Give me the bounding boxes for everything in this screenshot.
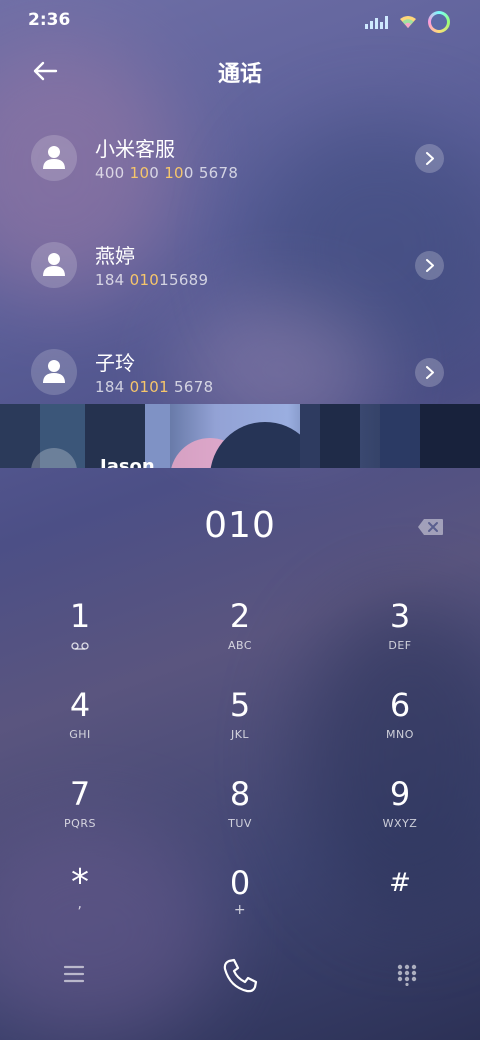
page-title: 通话 (217, 62, 262, 87)
key-letters: , (77, 896, 83, 912)
backspace-icon[interactable] (417, 518, 444, 536)
contact-name: Jason (100, 456, 155, 468)
key-5[interactable]: 5 JKL (180, 686, 300, 766)
avatar (31, 242, 77, 288)
key-0[interactable]: 0 + (180, 864, 300, 944)
key-letters: ABC (227, 639, 253, 652)
avatar (31, 349, 77, 395)
key-2[interactable]: 2 ABC (180, 597, 300, 677)
key-letters: WXYZ (382, 817, 418, 830)
key-letters: GHI (69, 728, 91, 741)
status-time: 2:36 (28, 10, 71, 30)
contact-number: 400 100 100 5678 (95, 164, 239, 182)
dialpad-icon[interactable] (396, 964, 418, 986)
contact-detail-button[interactable] (415, 358, 444, 387)
key-star[interactable]: * , (20, 864, 140, 944)
contact-number: 184 01015689 (95, 271, 209, 289)
key-digit: # (389, 868, 411, 898)
chevron-right-icon (426, 259, 434, 272)
person-icon (43, 146, 65, 169)
key-9[interactable]: 9 WXYZ (340, 775, 460, 855)
person-icon (43, 360, 65, 383)
menu-icon[interactable] (63, 964, 85, 984)
contact-detail-button[interactable] (415, 251, 444, 280)
phone-icon[interactable] (220, 956, 260, 996)
key-letters: + (233, 902, 247, 918)
contact-detail-button[interactable] (415, 144, 444, 173)
key-letters: DEF (388, 639, 412, 652)
bottom-bar (0, 950, 480, 1010)
key-6[interactable]: 6 MNO (340, 686, 460, 766)
status-icons (365, 11, 450, 33)
key-4[interactable]: 4 GHI (20, 686, 140, 766)
contact-name: 燕婷 (95, 244, 135, 268)
key-digit: 7 (69, 775, 91, 813)
contact-name: 小米客服 (95, 137, 175, 161)
status-bar: 2:36 (0, 0, 480, 40)
key-hash[interactable]: # (340, 864, 460, 944)
contact-item[interactable]: 燕婷 184 01015689 (0, 242, 480, 322)
header: 通话 (0, 46, 480, 96)
contact-item[interactable]: 小米客服 400 100 100 5678 (0, 135, 480, 215)
avatar (31, 135, 77, 181)
voicemail-icon (71, 642, 89, 650)
contact-number: 184 0101 5678 (95, 378, 214, 396)
key-1[interactable]: 1 (20, 597, 140, 677)
key-8[interactable]: 8 TUV (180, 775, 300, 855)
key-7[interactable]: 7 PQRS (20, 775, 140, 855)
key-digit: 8 (229, 775, 251, 813)
key-3[interactable]: 3 DEF (340, 597, 460, 677)
battery-icon (428, 11, 450, 33)
wifi-icon (400, 16, 416, 28)
key-letters: PQRS (64, 817, 96, 830)
key-digit: 3 (389, 597, 411, 635)
key-digit: 5 (229, 686, 251, 724)
key-letters: JKL (230, 728, 250, 741)
key-letters: TUV (228, 817, 252, 830)
key-digit: 0 (229, 864, 251, 902)
key-digit: 9 (389, 775, 411, 813)
wallpaper-strip: Jason (0, 404, 480, 468)
key-digit: 2 (229, 597, 251, 635)
dialed-number: 010 (204, 505, 276, 546)
signal-icon (365, 15, 388, 29)
person-icon (43, 253, 65, 276)
chevron-right-icon (426, 152, 434, 165)
chevron-right-icon (426, 366, 434, 379)
key-digit: 1 (69, 597, 91, 635)
key-digit: 4 (69, 686, 91, 724)
key-digit: 6 (389, 686, 411, 724)
key-letters: MNO (386, 728, 414, 741)
contact-name: 子玲 (95, 351, 135, 375)
